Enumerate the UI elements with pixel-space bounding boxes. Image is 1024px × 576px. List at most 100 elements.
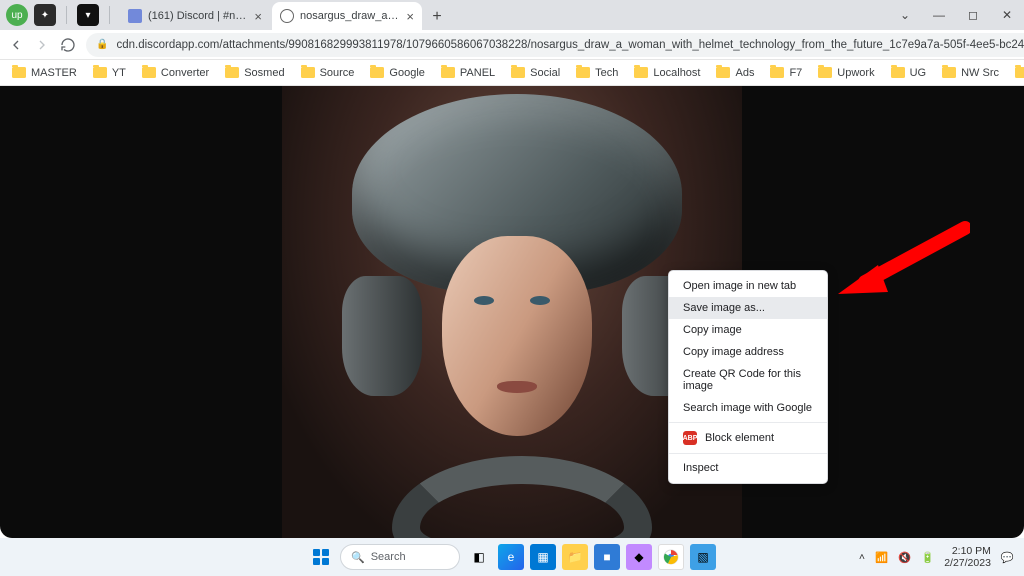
cm-create-qr[interactable]: Create QR Code for this image (669, 363, 827, 397)
image-detail (442, 236, 592, 436)
pinned-tab-icon[interactable]: ✦ (34, 4, 56, 26)
folder-icon (142, 67, 156, 78)
app-icon[interactable]: ◆ (626, 544, 652, 570)
bookmark-folder[interactable]: Converter (136, 64, 215, 82)
tab-divider (109, 6, 110, 24)
cm-copy-image[interactable]: Copy image (669, 319, 827, 341)
cm-inspect[interactable]: Inspect (669, 457, 827, 479)
edge-icon[interactable]: e (498, 544, 524, 570)
chrome-icon[interactable] (658, 544, 684, 570)
tab-image[interactable]: nosargus_draw_a_woman_with_h… × (272, 2, 422, 30)
tab-dropdown-icon[interactable]: ⌄ (888, 0, 922, 30)
bookmark-folder[interactable]: Tech (570, 64, 624, 82)
address-bar[interactable]: 🔒 cdn.discordapp.com/attachments/9908168… (86, 33, 1024, 57)
context-menu-separator (669, 453, 827, 454)
minimize-button[interactable]: — (922, 0, 956, 30)
cm-open-new-tab[interactable]: Open image in new tab (669, 275, 827, 297)
back-button[interactable] (8, 35, 24, 55)
bookmark-label: F7 (789, 67, 802, 79)
tab-discord[interactable]: (161) Discord | #newbies-45 | M… × (120, 2, 270, 30)
image-detail (392, 456, 652, 538)
folder-icon (370, 67, 384, 78)
volume-icon[interactable]: 🔇 (898, 551, 911, 564)
pinned-tab-icon-2[interactable]: ▾ (77, 4, 99, 26)
bookmark-label: Upwork (837, 67, 874, 79)
cm-block-element[interactable]: ABP Block element (669, 426, 827, 450)
notifications-icon[interactable]: 💬 (1001, 551, 1014, 564)
folder-icon (634, 67, 648, 78)
wifi-icon[interactable]: 📶 (875, 551, 888, 564)
folder-icon (511, 67, 525, 78)
bookmark-label: Source (320, 67, 355, 79)
bookmark-label: Social (530, 67, 560, 79)
folder-icon (441, 67, 455, 78)
tray-chevron-icon[interactable]: ˄ (859, 551, 865, 563)
bookmark-label: Converter (161, 67, 209, 79)
bookmark-label: Sosmed (244, 67, 284, 79)
bookmark-folder[interactable]: Social (505, 64, 566, 82)
folder-icon (770, 67, 784, 78)
taskview-icon[interactable]: ◧ (466, 544, 492, 570)
bookmark-folder[interactable]: MASTER (6, 64, 83, 82)
bookmark-label: Google (389, 67, 424, 79)
image-detail (342, 276, 422, 396)
close-window-button[interactable]: ✕ (990, 0, 1024, 30)
tray-time: 2:10 PM (944, 545, 991, 557)
maximize-button[interactable]: ◻ (956, 0, 990, 30)
new-tab-button[interactable]: + (424, 4, 450, 30)
window-controls: ⌄ — ◻ ✕ (888, 0, 1024, 30)
bookmark-folder[interactable]: PANEL (435, 64, 501, 82)
taskbar: 🔍 Search ◧ e ▦ 📁 ■ ◆ ▧ ˄ 📶 🔇 🔋 2:10 PM 2… (0, 538, 1024, 576)
bookmark-folder[interactable]: Land (1009, 64, 1024, 82)
browser-titlebar: up ✦ ▾ (161) Discord | #newbies-45 | M… … (0, 0, 1024, 30)
search-label: Search (371, 551, 406, 563)
reload-button[interactable] (60, 35, 76, 55)
app-icon[interactable]: ▧ (690, 544, 716, 570)
bookmark-folder[interactable]: UG (885, 64, 933, 82)
bookmark-label: Ads (735, 67, 754, 79)
bookmark-label: PANEL (460, 67, 495, 79)
folder-icon (716, 67, 730, 78)
forward-button[interactable] (34, 35, 50, 55)
pinned-tab-upwork-icon[interactable]: up (6, 4, 28, 26)
folder-icon (1015, 67, 1024, 78)
app-icon[interactable]: ▦ (530, 544, 556, 570)
close-tab-icon[interactable]: × (254, 9, 262, 24)
url-toolbar: 🔒 cdn.discordapp.com/attachments/9908168… (0, 30, 1024, 60)
file-explorer-icon[interactable]: 📁 (562, 544, 588, 570)
cm-copy-image-address[interactable]: Copy image address (669, 341, 827, 363)
bookmark-label: NW Src (961, 67, 999, 79)
bookmark-folder[interactable]: Upwork (812, 64, 880, 82)
bookmark-folder[interactable]: Ads (710, 64, 760, 82)
close-tab-icon[interactable]: × (406, 9, 414, 24)
content-viewport (0, 86, 1024, 538)
bookmark-folder[interactable]: NW Src (936, 64, 1005, 82)
folder-icon (12, 67, 26, 78)
tray-clock[interactable]: 2:10 PM 2/27/2023 (944, 545, 991, 569)
system-tray: ˄ 📶 🔇 🔋 2:10 PM 2/27/2023 💬 (859, 545, 1014, 569)
tab-title: nosargus_draw_a_woman_with_h… (300, 10, 400, 22)
tab-title: (161) Discord | #newbies-45 | M… (148, 10, 248, 22)
cm-search-google[interactable]: Search image with Google (669, 397, 827, 419)
pinned-tabs-area: up ✦ ▾ (0, 0, 120, 30)
folder-icon (891, 67, 905, 78)
context-menu: Open image in new tab Save image as... C… (668, 270, 828, 484)
bookmark-folder[interactable]: YT (87, 64, 132, 82)
folder-icon (942, 67, 956, 78)
bookmark-folder[interactable]: Source (295, 64, 361, 82)
bookmark-folder[interactable]: Localhost (628, 64, 706, 82)
tray-date: 2/27/2023 (944, 557, 991, 569)
bookmark-folder[interactable]: Google (364, 64, 430, 82)
bookmarks-bar: MASTER YT Converter Sosmed Source Google… (0, 60, 1024, 86)
bookmark-folder[interactable]: F7 (764, 64, 808, 82)
bookmark-folder[interactable]: Sosmed (219, 64, 290, 82)
search-icon: 🔍 (351, 551, 365, 564)
tab-divider (66, 6, 67, 24)
context-menu-separator (669, 422, 827, 423)
cm-save-image-as[interactable]: Save image as... (669, 297, 827, 319)
folder-icon (93, 67, 107, 78)
taskbar-search[interactable]: 🔍 Search (340, 544, 460, 570)
app-icon[interactable]: ■ (594, 544, 620, 570)
battery-icon[interactable]: 🔋 (921, 551, 934, 564)
start-button[interactable] (308, 544, 334, 570)
